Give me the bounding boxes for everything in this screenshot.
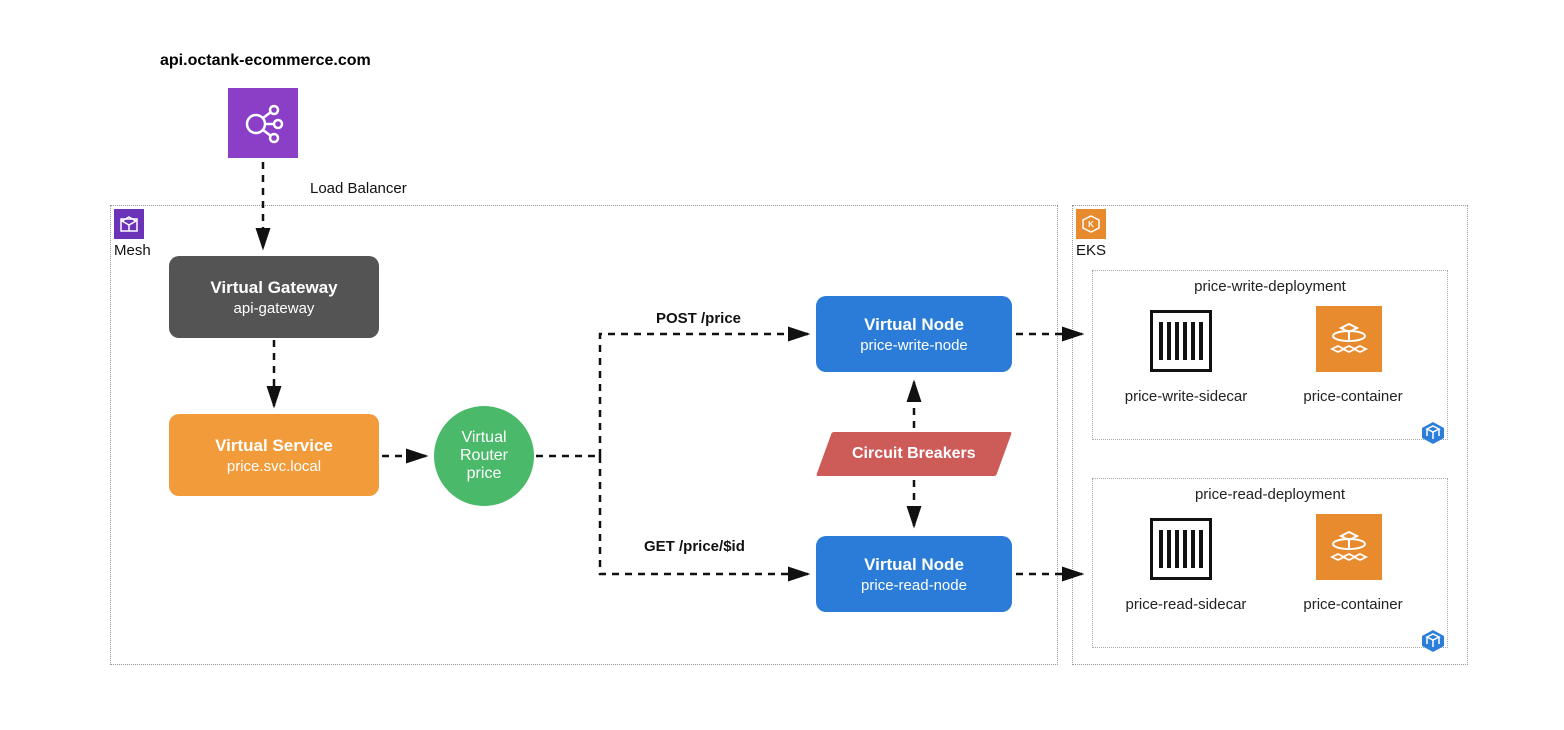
circuit-breakers: Circuit Breakers xyxy=(816,432,1012,476)
virtual-gateway-subtitle: api-gateway xyxy=(234,300,315,317)
virtual-gateway-title: Virtual Gateway xyxy=(210,278,337,298)
read-deployment-label: price-read-deployment xyxy=(1092,486,1448,503)
virtual-router-subtitle: price xyxy=(467,465,502,483)
load-balancer-icon xyxy=(228,88,298,158)
virtual-gateway-node: Virtual Gateway api-gateway xyxy=(169,256,379,338)
eks-icon: K xyxy=(1076,209,1106,239)
read-deployment-box xyxy=(1092,478,1448,648)
read-sidecar-icon xyxy=(1150,518,1212,580)
virtual-node-write: Virtual Node price-write-node xyxy=(816,296,1012,372)
virtual-node-read: Virtual Node price-read-node xyxy=(816,536,1012,612)
virtual-node-write-title: Virtual Node xyxy=(864,315,964,335)
mesh-icon xyxy=(114,209,144,239)
virtual-node-read-subtitle: price-read-node xyxy=(861,577,967,594)
write-sidecar-icon xyxy=(1150,310,1212,372)
virtual-router-title2: Router xyxy=(460,447,508,465)
write-cube-badge-icon xyxy=(1420,420,1446,446)
circuit-breakers-label: Circuit Breakers xyxy=(852,445,976,463)
page-title: api.octank-ecommerce.com xyxy=(160,52,371,70)
write-container-icon xyxy=(1316,306,1382,372)
virtual-service-node: Virtual Service price.svc.local xyxy=(169,414,379,496)
route-post-label: POST /price xyxy=(656,310,741,327)
read-sidecar-label: price-read-sidecar xyxy=(1106,596,1266,613)
svg-text:K: K xyxy=(1088,220,1094,229)
write-deployment-box xyxy=(1092,270,1448,440)
virtual-node-write-subtitle: price-write-node xyxy=(860,337,968,354)
virtual-service-subtitle: price.svc.local xyxy=(227,458,321,475)
mesh-label: Mesh xyxy=(114,242,151,259)
route-get-label: GET /price/$id xyxy=(644,538,745,555)
load-balancer-label: Load Balancer xyxy=(310,180,407,197)
virtual-router-node: Virtual Router price xyxy=(434,406,534,506)
virtual-node-read-title: Virtual Node xyxy=(864,555,964,575)
virtual-service-title: Virtual Service xyxy=(215,436,333,456)
write-deployment-label: price-write-deployment xyxy=(1092,278,1448,295)
write-container-label: price-container xyxy=(1288,388,1418,405)
write-sidecar-label: price-write-sidecar xyxy=(1106,388,1266,405)
virtual-router-title1: Virtual xyxy=(461,429,506,447)
read-container-label: price-container xyxy=(1288,596,1418,613)
eks-label: EKS xyxy=(1076,242,1106,259)
read-container-icon xyxy=(1316,514,1382,580)
read-cube-badge-icon xyxy=(1420,628,1446,654)
